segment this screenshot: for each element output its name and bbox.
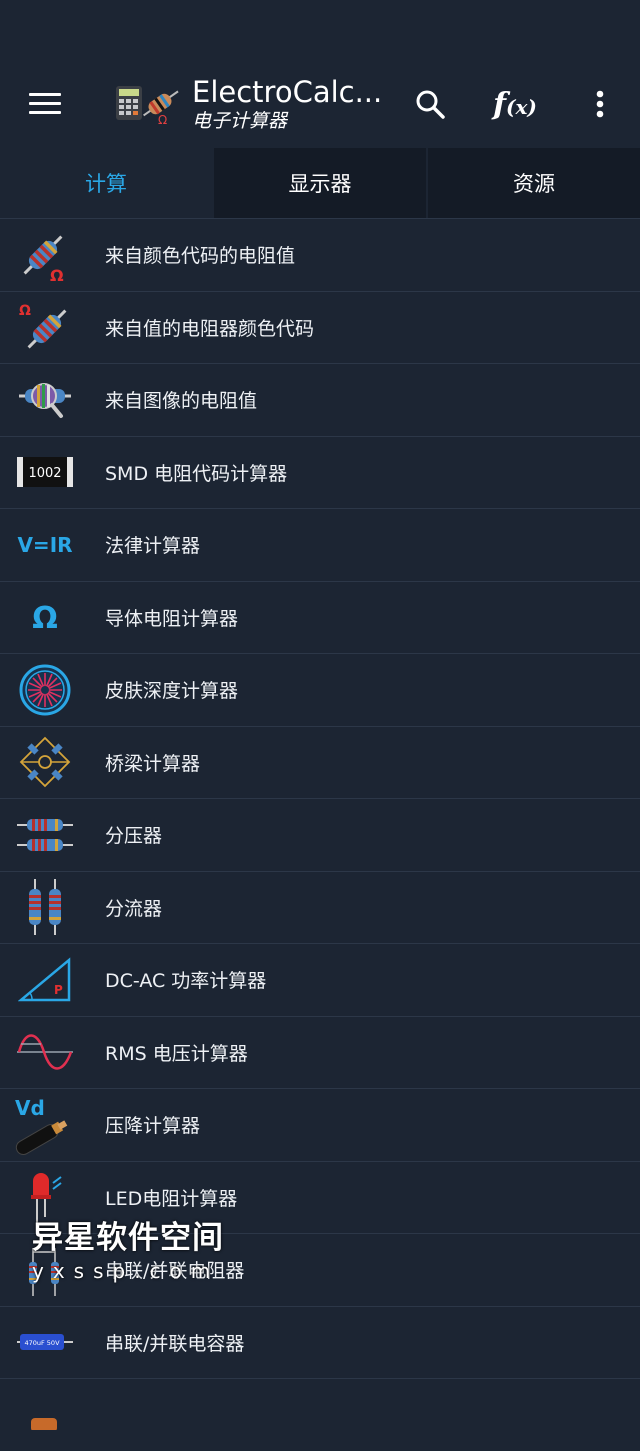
- tab-display[interactable]: 显示器: [212, 148, 426, 218]
- list-item-label: 串联/并联电阻器: [105, 1260, 245, 1283]
- list-item[interactable]: 皮肤深度计算器: [0, 653, 640, 726]
- more-options-button[interactable]: [560, 60, 640, 148]
- app-title: ElectroCalc...: [192, 75, 383, 109]
- bridge-icon: [19, 736, 71, 788]
- voltage-divider-icon: [17, 818, 73, 851]
- svg-text:Ω: Ω: [19, 303, 31, 319]
- list-item-label: 来自值的电阻器颜色代码: [105, 317, 315, 340]
- list-item[interactable]: 串联/并联电阻器: [0, 1233, 640, 1306]
- list-item[interactable]: [0, 1378, 640, 1451]
- list-item-label: 导体电阻计算器: [105, 607, 239, 630]
- capacitor-text: 470uF 50V: [24, 1339, 60, 1347]
- app-logo-icon: Ω: [116, 86, 179, 127]
- list-item[interactable]: 分流器: [0, 870, 640, 944]
- resistor-ohm-icon: Ω: [23, 235, 64, 283]
- function-button[interactable]: f(x): [470, 60, 560, 148]
- app-bar: Ω ElectroCalc... 电子计算器 f(x): [0, 60, 640, 148]
- list-item-label: 分流器: [105, 897, 163, 920]
- capacitor-icon: 470uF 50V: [17, 1334, 73, 1351]
- calculator-list: Ω 来自颜色代码的电阻值 Ω 来自值的电阻器颜色代码 来自图像的电阻值 1002…: [0, 218, 640, 1451]
- list-item[interactable]: Ω 来自颜色代码的电阻值: [0, 218, 640, 291]
- list-item-label: 桥梁计算器: [105, 752, 201, 775]
- omega-icon: Ω: [32, 601, 58, 636]
- inductor-icon: [31, 1417, 57, 1430]
- svg-text:Ω: Ω: [50, 266, 64, 283]
- hamburger-icon: [29, 93, 61, 115]
- list-item[interactable]: V=IR 法律计算器: [0, 508, 640, 581]
- series-parallel-resistor-icon: [29, 1247, 59, 1296]
- led-icon: [31, 1173, 62, 1224]
- list-item-label: 分压器: [105, 825, 163, 848]
- list-item[interactable]: RMS 电压计算器: [0, 1015, 640, 1089]
- svg-text:Ω: Ω: [158, 113, 167, 127]
- cable-icon: Vd: [15, 1096, 68, 1155]
- list-item-label: RMS 电压计算器: [105, 1042, 248, 1065]
- list-item[interactable]: 桥梁计算器: [0, 725, 640, 799]
- list-item-label: LED电阻计算器: [105, 1187, 238, 1210]
- ohms-law-text: V=IR: [17, 533, 72, 557]
- list-item-label: 来自图像的电阻值: [105, 390, 258, 413]
- list-item[interactable]: Ω 来自值的电阻器颜色代码: [0, 290, 640, 364]
- app-subtitle: 电子计算器: [192, 110, 288, 132]
- ohms-law-icon: V=IR: [17, 533, 72, 557]
- power-triangle-icon: P: [18, 957, 71, 1001]
- list-item[interactable]: 分压器: [0, 798, 640, 871]
- power-symbol-text: P: [54, 983, 63, 997]
- search-icon: [416, 90, 445, 119]
- smd-code-text: 1002: [28, 466, 61, 481]
- tab-calculate[interactable]: 计算: [0, 148, 212, 218]
- list-item[interactable]: 1002 SMD 电阻代码计算器: [0, 435, 640, 509]
- resistor-color-code-icon: Ω: [19, 303, 67, 349]
- smd-resistor-icon: 1002: [17, 457, 73, 488]
- list-item-label: 压降计算器: [105, 1115, 201, 1138]
- status-bar: [0, 0, 640, 60]
- list-item[interactable]: Vd 压降计算器: [0, 1088, 640, 1161]
- search-button[interactable]: [390, 60, 470, 148]
- fx-icon: f(x): [493, 87, 537, 122]
- list-item[interactable]: LED电阻计算器: [0, 1160, 640, 1234]
- fx-arg: (x): [506, 94, 537, 119]
- skin-depth-icon: [19, 664, 71, 716]
- list-item-label: SMD 电阻代码计算器: [105, 462, 288, 485]
- current-divider-icon: [29, 879, 61, 936]
- sine-wave-icon: [17, 1034, 73, 1070]
- list-item[interactable]: 来自图像的电阻值: [0, 363, 640, 436]
- list-item-label: 皮肤深度计算器: [105, 680, 239, 703]
- tab-resources[interactable]: 资源: [426, 148, 640, 218]
- voltage-drop-text: Vd: [15, 1096, 45, 1120]
- list-item-label: 串联/并联电容器: [105, 1332, 245, 1355]
- list-item[interactable]: P DC-AC 功率计算器: [0, 943, 640, 1016]
- list-item-label: 来自颜色代码的电阻值: [105, 245, 296, 268]
- list-item[interactable]: Ω 导体电阻计算器: [0, 580, 640, 654]
- list-item-label: 法律计算器: [105, 535, 201, 558]
- resistor-magnifier-icon: [19, 382, 71, 418]
- fx-label: f: [493, 86, 507, 122]
- more-vert-icon: [596, 90, 604, 118]
- list-item-label: DC-AC 功率计算器: [105, 970, 267, 993]
- list-item[interactable]: 470uF 50V 串联/并联电容器: [0, 1305, 640, 1379]
- tab-bar: 计算 显示器 资源: [0, 148, 640, 218]
- menu-button[interactable]: [0, 60, 90, 148]
- omega-text: Ω: [32, 601, 58, 636]
